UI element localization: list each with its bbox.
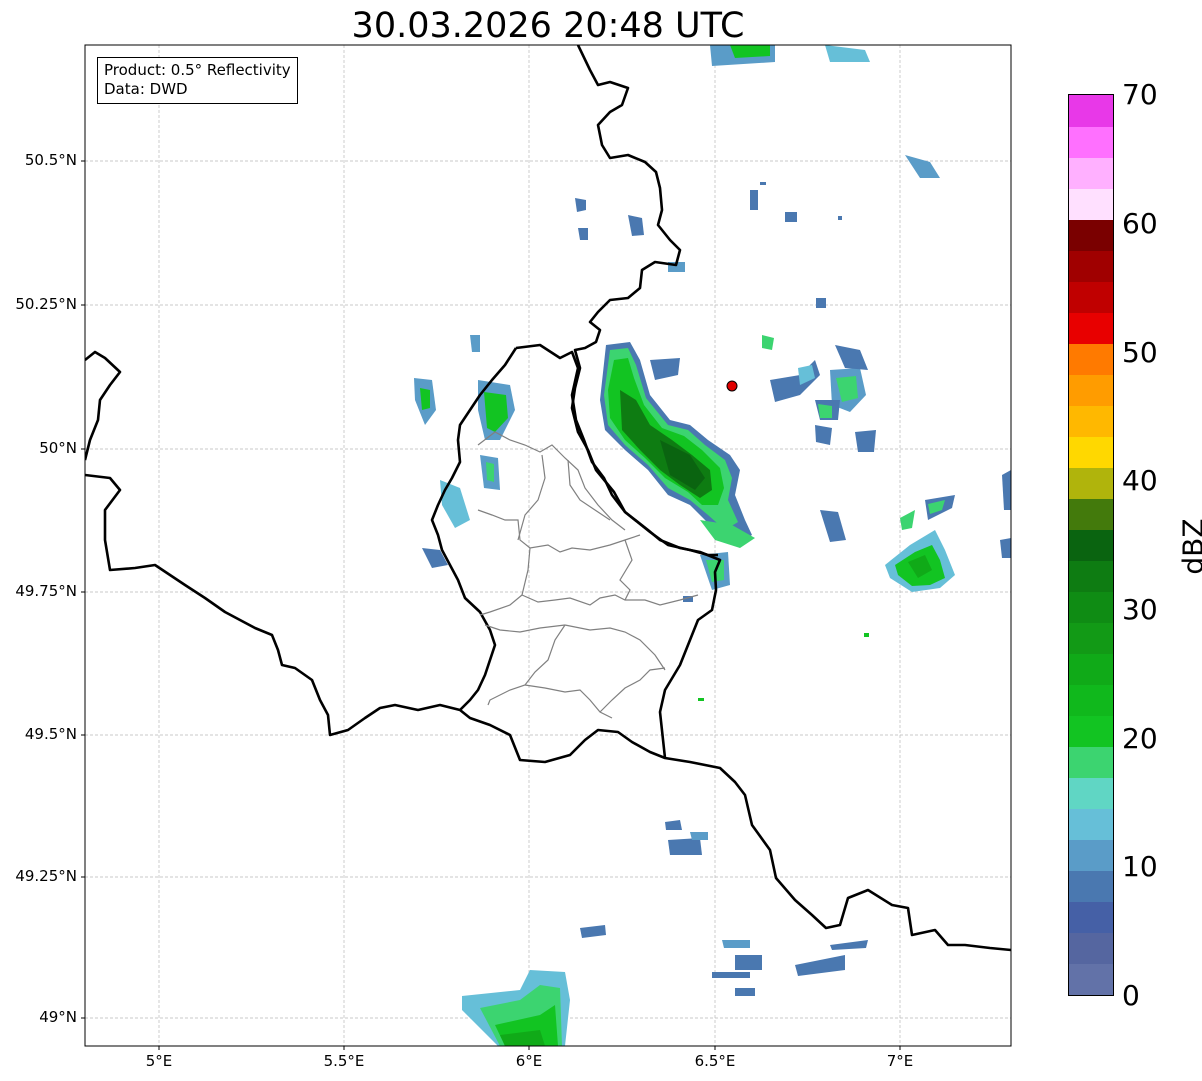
info-box: Product: 0.5° Reflectivity Data: DWD	[97, 57, 298, 104]
lon-tick-label: 5.5°E	[323, 1052, 365, 1070]
colorbar-segment	[1069, 126, 1113, 158]
country-borders	[85, 45, 1011, 952]
colorbar-tick-label: 0	[1122, 979, 1140, 1012]
product-label: Product: 0.5° Reflectivity	[104, 61, 291, 79]
colorbar-segment	[1069, 95, 1113, 127]
colorbar-tick-label: 20	[1122, 722, 1158, 755]
colorbar-tick-label: 30	[1122, 593, 1158, 626]
colorbar-segment	[1069, 932, 1113, 965]
data-source-label: Data: DWD	[104, 80, 188, 98]
radar-site-marker	[726, 380, 738, 392]
lon-tick-label: 7°E	[886, 1052, 914, 1070]
colorbar-segment	[1069, 808, 1113, 841]
colorbar-segment	[1069, 343, 1113, 375]
colorbar-segment	[1069, 591, 1113, 624]
radar-echoes	[414, 45, 1011, 1046]
colorbar-segment	[1069, 467, 1113, 499]
colorbar-segment	[1069, 157, 1113, 189]
colorbar-tick-label: 40	[1122, 464, 1158, 497]
colorbar-segment	[1069, 374, 1113, 406]
colorbar-segment	[1069, 901, 1113, 934]
lat-tick-label: 49.75°N	[15, 582, 77, 600]
axis-ticks	[81, 160, 901, 1050]
colorbar-tick-label: 50	[1122, 336, 1158, 369]
colorbar-segment	[1069, 436, 1113, 468]
lon-tick-label: 6°E	[515, 1052, 543, 1070]
colorbar-segment	[1069, 746, 1113, 779]
colorbar-segment	[1069, 870, 1113, 903]
lat-tick-label: 50°N	[39, 439, 77, 457]
colorbar-segment	[1069, 405, 1113, 437]
lat-tick-label: 50.25°N	[15, 295, 77, 313]
colorbar-segment	[1069, 529, 1113, 561]
colorbar-segment	[1069, 777, 1113, 810]
colorbar-tick-label: 10	[1122, 850, 1158, 883]
radar-map	[81, 44, 1012, 1050]
colorbar-tick-label: 70	[1122, 78, 1158, 111]
colorbar-segment	[1069, 622, 1113, 655]
lat-tick-label: 49°N	[39, 1008, 77, 1026]
colorbar-segment	[1069, 653, 1113, 686]
colorbar	[1068, 94, 1114, 996]
colorbar-segment	[1069, 281, 1113, 313]
lat-tick-label: 49.25°N	[15, 867, 77, 885]
colorbar-tick-label: 60	[1122, 207, 1158, 240]
colorbar-segment	[1069, 684, 1113, 717]
colorbar-segment	[1069, 219, 1113, 251]
colorbar-segment	[1069, 250, 1113, 282]
colorbar-segment	[1069, 715, 1113, 748]
lat-tick-label: 50.5°N	[24, 151, 77, 169]
colorbar-segment	[1069, 963, 1113, 995]
colorbar-segment	[1069, 839, 1113, 872]
colorbar-segment	[1069, 498, 1113, 530]
colorbar-segment	[1069, 312, 1113, 344]
colorbar-unit-label: dBZ	[1176, 518, 1202, 575]
colorbar-segment	[1069, 560, 1113, 593]
lon-tick-label: 5°E	[145, 1052, 173, 1070]
lat-tick-label: 49.5°N	[24, 725, 77, 743]
colorbar-segment	[1069, 188, 1113, 220]
lon-tick-label: 6.5°E	[694, 1052, 736, 1070]
